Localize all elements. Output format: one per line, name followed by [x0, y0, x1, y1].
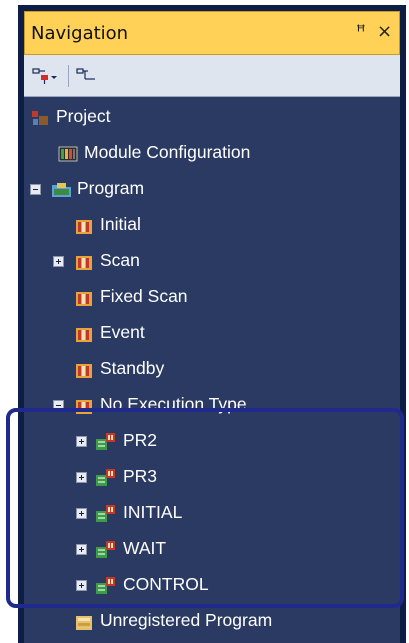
program-type-folder-icon [74, 324, 94, 344]
tree-item-label: Standby [100, 358, 165, 378]
tree-item-label: Module Configuration [84, 142, 251, 162]
tree-item-unregistered-program[interactable]: Unregistered Program [24, 605, 400, 639]
tree-item-label: Event [100, 322, 145, 342]
toolbar-separator [68, 65, 69, 87]
tree-item-label: Project [56, 106, 111, 126]
tree-item-program[interactable]: Program [24, 173, 400, 207]
tree-item-fixed-scan[interactable]: Fixed Scan [24, 281, 400, 315]
tree-item-label: Initial [100, 214, 141, 234]
expand-toggle-icon[interactable] [53, 256, 64, 267]
tree-item-module-configuration[interactable]: Module Configuration [24, 137, 400, 171]
pin-icon[interactable]: ꟸ [356, 22, 366, 42]
close-icon[interactable]: × [377, 21, 392, 42]
panel-titlebar: Navigation ꟸ × [24, 11, 400, 55]
tree-item-standby[interactable]: Standby [24, 353, 400, 387]
tree-item-project[interactable]: Project [24, 101, 400, 135]
tree-item-label: Program [77, 178, 145, 198]
tree-item-initial[interactable]: Initial [24, 209, 400, 243]
unregistered-program-icon [74, 612, 94, 632]
collapse-toggle-icon[interactable] [30, 184, 41, 195]
panel-toolbar [24, 55, 400, 97]
program-type-folder-icon [74, 288, 94, 308]
collapse-expand-dropdown-icon[interactable] [32, 67, 57, 84]
tree-item-event[interactable]: Event [24, 317, 400, 351]
program-folder-icon [51, 180, 71, 200]
program-type-folder-icon [74, 252, 94, 272]
tree-item-label: Scan [100, 250, 140, 270]
module-configuration-icon [58, 144, 78, 164]
panel-title: Navigation [31, 23, 129, 44]
highlight-box [6, 408, 404, 608]
tree-item-label: Unregistered Program [100, 610, 273, 630]
project-icon [30, 108, 50, 128]
tree-view-icon[interactable] [76, 67, 96, 84]
program-type-folder-icon [74, 360, 94, 380]
tree-item-scan[interactable]: Scan [24, 245, 400, 279]
tree-item-label: Fixed Scan [100, 286, 188, 306]
program-type-folder-icon [74, 216, 94, 236]
